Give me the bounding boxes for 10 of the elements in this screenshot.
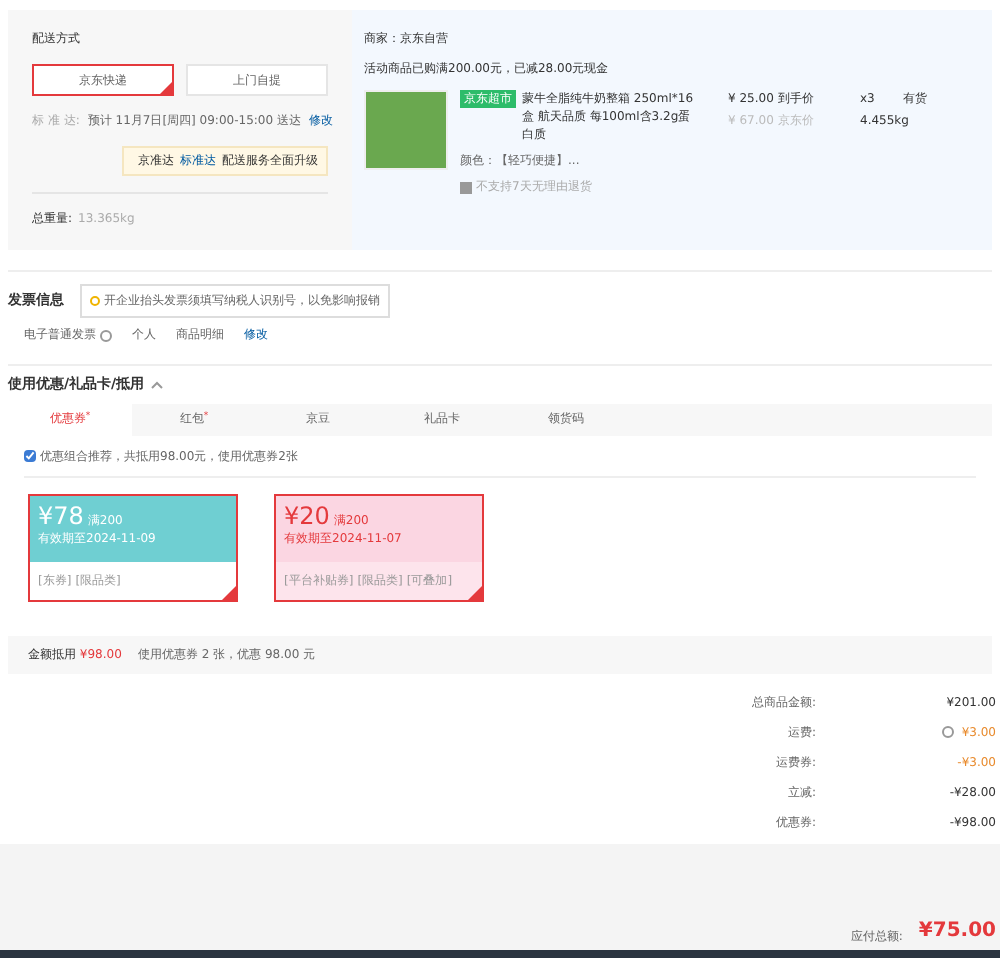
bulb-icon	[90, 296, 100, 306]
info-icon	[100, 329, 112, 341]
product-photo	[364, 90, 448, 170]
return-icon	[460, 181, 472, 193]
coupon-amount: ¥78	[38, 501, 84, 529]
recommend-checkbox[interactable]	[24, 450, 36, 462]
info-icon	[941, 726, 954, 738]
payable-value: ¥75.00	[918, 918, 996, 946]
chevron-icon[interactable]	[150, 379, 165, 390]
coupon-amount: ¥20	[284, 501, 330, 529]
